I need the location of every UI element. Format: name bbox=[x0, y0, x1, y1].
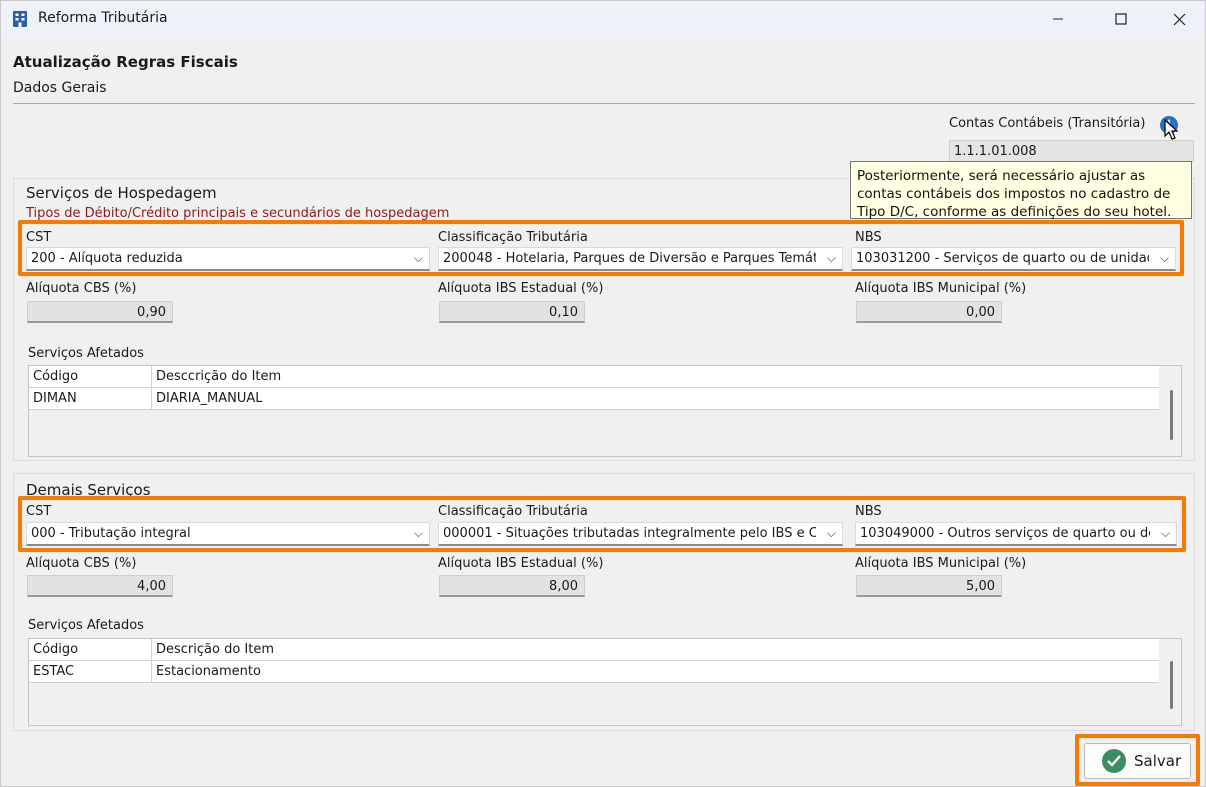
table-row[interactable]: DIMAN DIARIA_MANUAL bbox=[29, 388, 1159, 410]
ibs-municipal-label: Alíquota IBS Municipal (%) bbox=[855, 556, 1027, 571]
ibs-estadual-label: Alíquota IBS Estadual (%) bbox=[438, 281, 604, 296]
page-subtitle: Dados Gerais bbox=[13, 80, 107, 96]
tooltip: Posteriormente, será necessário ajustar … bbox=[850, 161, 1192, 220]
column-header-descricao[interactable]: Desccrição do Item bbox=[152, 366, 1159, 387]
servicos-afetados-grid[interactable]: Código Desccrição do Item DIMAN DIARIA_M… bbox=[28, 365, 1182, 457]
cst-label: CST bbox=[26, 504, 52, 519]
page-title: Atualização Regras Fiscais bbox=[13, 53, 238, 71]
cst-select[interactable]: 200 - Alíquota reduzida ⌵ bbox=[26, 247, 430, 271]
ibs-municipal-field[interactable]: 5,00 bbox=[856, 575, 1002, 597]
demais-title: Demais Serviços bbox=[26, 481, 151, 499]
cbs-field[interactable]: 0,90 bbox=[27, 301, 173, 323]
cell-codigo: ESTAC bbox=[29, 661, 152, 682]
window-title: Reforma Tributária bbox=[38, 10, 168, 26]
demais-servicos-group: Demais Serviços CST 000 - Tributação int… bbox=[13, 473, 1195, 731]
minimize-button[interactable] bbox=[1035, 1, 1081, 37]
contas-label: Contas Contábeis (Transitória) bbox=[949, 116, 1146, 131]
column-header-descricao[interactable]: Descrição do Item bbox=[152, 639, 1159, 660]
cbs-field[interactable]: 4,00 bbox=[27, 575, 173, 597]
cell-descricao: Estacionamento bbox=[156, 664, 261, 679]
cst-select[interactable]: 000 - Tributação integral ⌵ bbox=[26, 522, 430, 546]
nbs-value: 103049000 - Outros serviços de quarto ou… bbox=[860, 526, 1150, 541]
check-icon bbox=[1102, 749, 1126, 773]
contas-contabeis-field[interactable]: 1.1.1.01.008 bbox=[949, 140, 1194, 162]
maximize-button[interactable] bbox=[1098, 1, 1144, 37]
chevron-down-icon: ⌵ bbox=[413, 526, 423, 540]
chevron-down-icon: ⌵ bbox=[826, 251, 836, 265]
classificacao-select[interactable]: 000001 - Situações tributadas integralme… bbox=[438, 522, 843, 546]
classificacao-value: 000001 - Situações tributadas integralme… bbox=[443, 526, 816, 541]
table-row[interactable]: ESTAC Estacionamento bbox=[29, 661, 1159, 683]
nbs-label: NBS bbox=[855, 230, 882, 245]
dialog-window: Reforma Tributária Atualização Regras Fi… bbox=[0, 0, 1206, 787]
nbs-select[interactable]: 103031200 - Serviços de quarto ou de uni… bbox=[851, 247, 1176, 271]
mouse-cursor-icon bbox=[1164, 119, 1179, 140]
close-button[interactable] bbox=[1156, 1, 1202, 37]
chevron-down-icon: ⌵ bbox=[413, 251, 423, 265]
classificacao-select[interactable]: 200048 - Hotelaria, Parques de Diversão … bbox=[438, 247, 843, 271]
servicos-afetados-grid[interactable]: Código Descrição do Item ESTAC Estaciona… bbox=[28, 638, 1182, 726]
minimize-icon bbox=[1053, 18, 1063, 20]
ibs-municipal-field[interactable]: 0,00 bbox=[856, 301, 1002, 323]
cell-codigo: DIMAN bbox=[29, 388, 152, 409]
vertical-scrollbar[interactable] bbox=[1170, 661, 1173, 709]
grid-header: Código Descrição do Item bbox=[29, 639, 1159, 661]
hospedagem-title: Serviços de Hospedagem bbox=[26, 184, 217, 202]
nbs-select[interactable]: 103049000 - Outros serviços de quarto ou… bbox=[855, 522, 1177, 546]
maximize-icon bbox=[1115, 13, 1127, 25]
building-icon bbox=[13, 11, 27, 27]
ibs-estadual-label: Alíquota IBS Estadual (%) bbox=[438, 556, 604, 571]
title-bar: Reforma Tributária bbox=[1, 1, 1205, 37]
chevron-down-icon: ⌵ bbox=[826, 526, 836, 540]
cst-label: CST bbox=[26, 230, 52, 245]
nbs-label: NBS bbox=[855, 504, 882, 519]
cst-value: 200 - Alíquota reduzida bbox=[31, 251, 183, 266]
ibs-estadual-field[interactable]: 0,10 bbox=[439, 301, 585, 323]
column-header-codigo[interactable]: Código bbox=[29, 366, 152, 387]
chevron-down-icon: ⌵ bbox=[1159, 251, 1169, 265]
close-icon bbox=[1173, 13, 1185, 25]
servicos-afetados-label: Serviços Afetados bbox=[28, 618, 144, 633]
hospedagem-note: Tipos de Débito/Crédito principais e sec… bbox=[26, 206, 450, 221]
cbs-label: Alíquota CBS (%) bbox=[26, 556, 137, 571]
header-divider bbox=[13, 103, 1195, 104]
classificacao-label: Classificação Tributária bbox=[438, 504, 588, 519]
ibs-estadual-field[interactable]: 8,00 bbox=[439, 575, 585, 597]
servicos-afetados-label: Serviços Afetados bbox=[28, 346, 144, 361]
save-button[interactable]: Salvar bbox=[1084, 743, 1191, 779]
cell-descricao: DIARIA_MANUAL bbox=[156, 391, 263, 406]
grid-header: Código Desccrição do Item bbox=[29, 366, 1159, 388]
ibs-municipal-label: Alíquota IBS Municipal (%) bbox=[855, 281, 1027, 296]
cst-value: 000 - Tributação integral bbox=[31, 526, 191, 541]
nbs-value: 103031200 - Serviços de quarto ou de uni… bbox=[856, 251, 1149, 266]
cbs-label: Alíquota CBS (%) bbox=[26, 281, 137, 296]
column-header-codigo[interactable]: Código bbox=[29, 639, 152, 660]
chevron-down-icon: ⌵ bbox=[1160, 526, 1170, 540]
classificacao-value: 200048 - Hotelaria, Parques de Diversão … bbox=[443, 251, 816, 266]
save-label: Salvar bbox=[1134, 752, 1182, 770]
vertical-scrollbar[interactable] bbox=[1170, 390, 1173, 440]
classificacao-label: Classificação Tributária bbox=[438, 230, 588, 245]
